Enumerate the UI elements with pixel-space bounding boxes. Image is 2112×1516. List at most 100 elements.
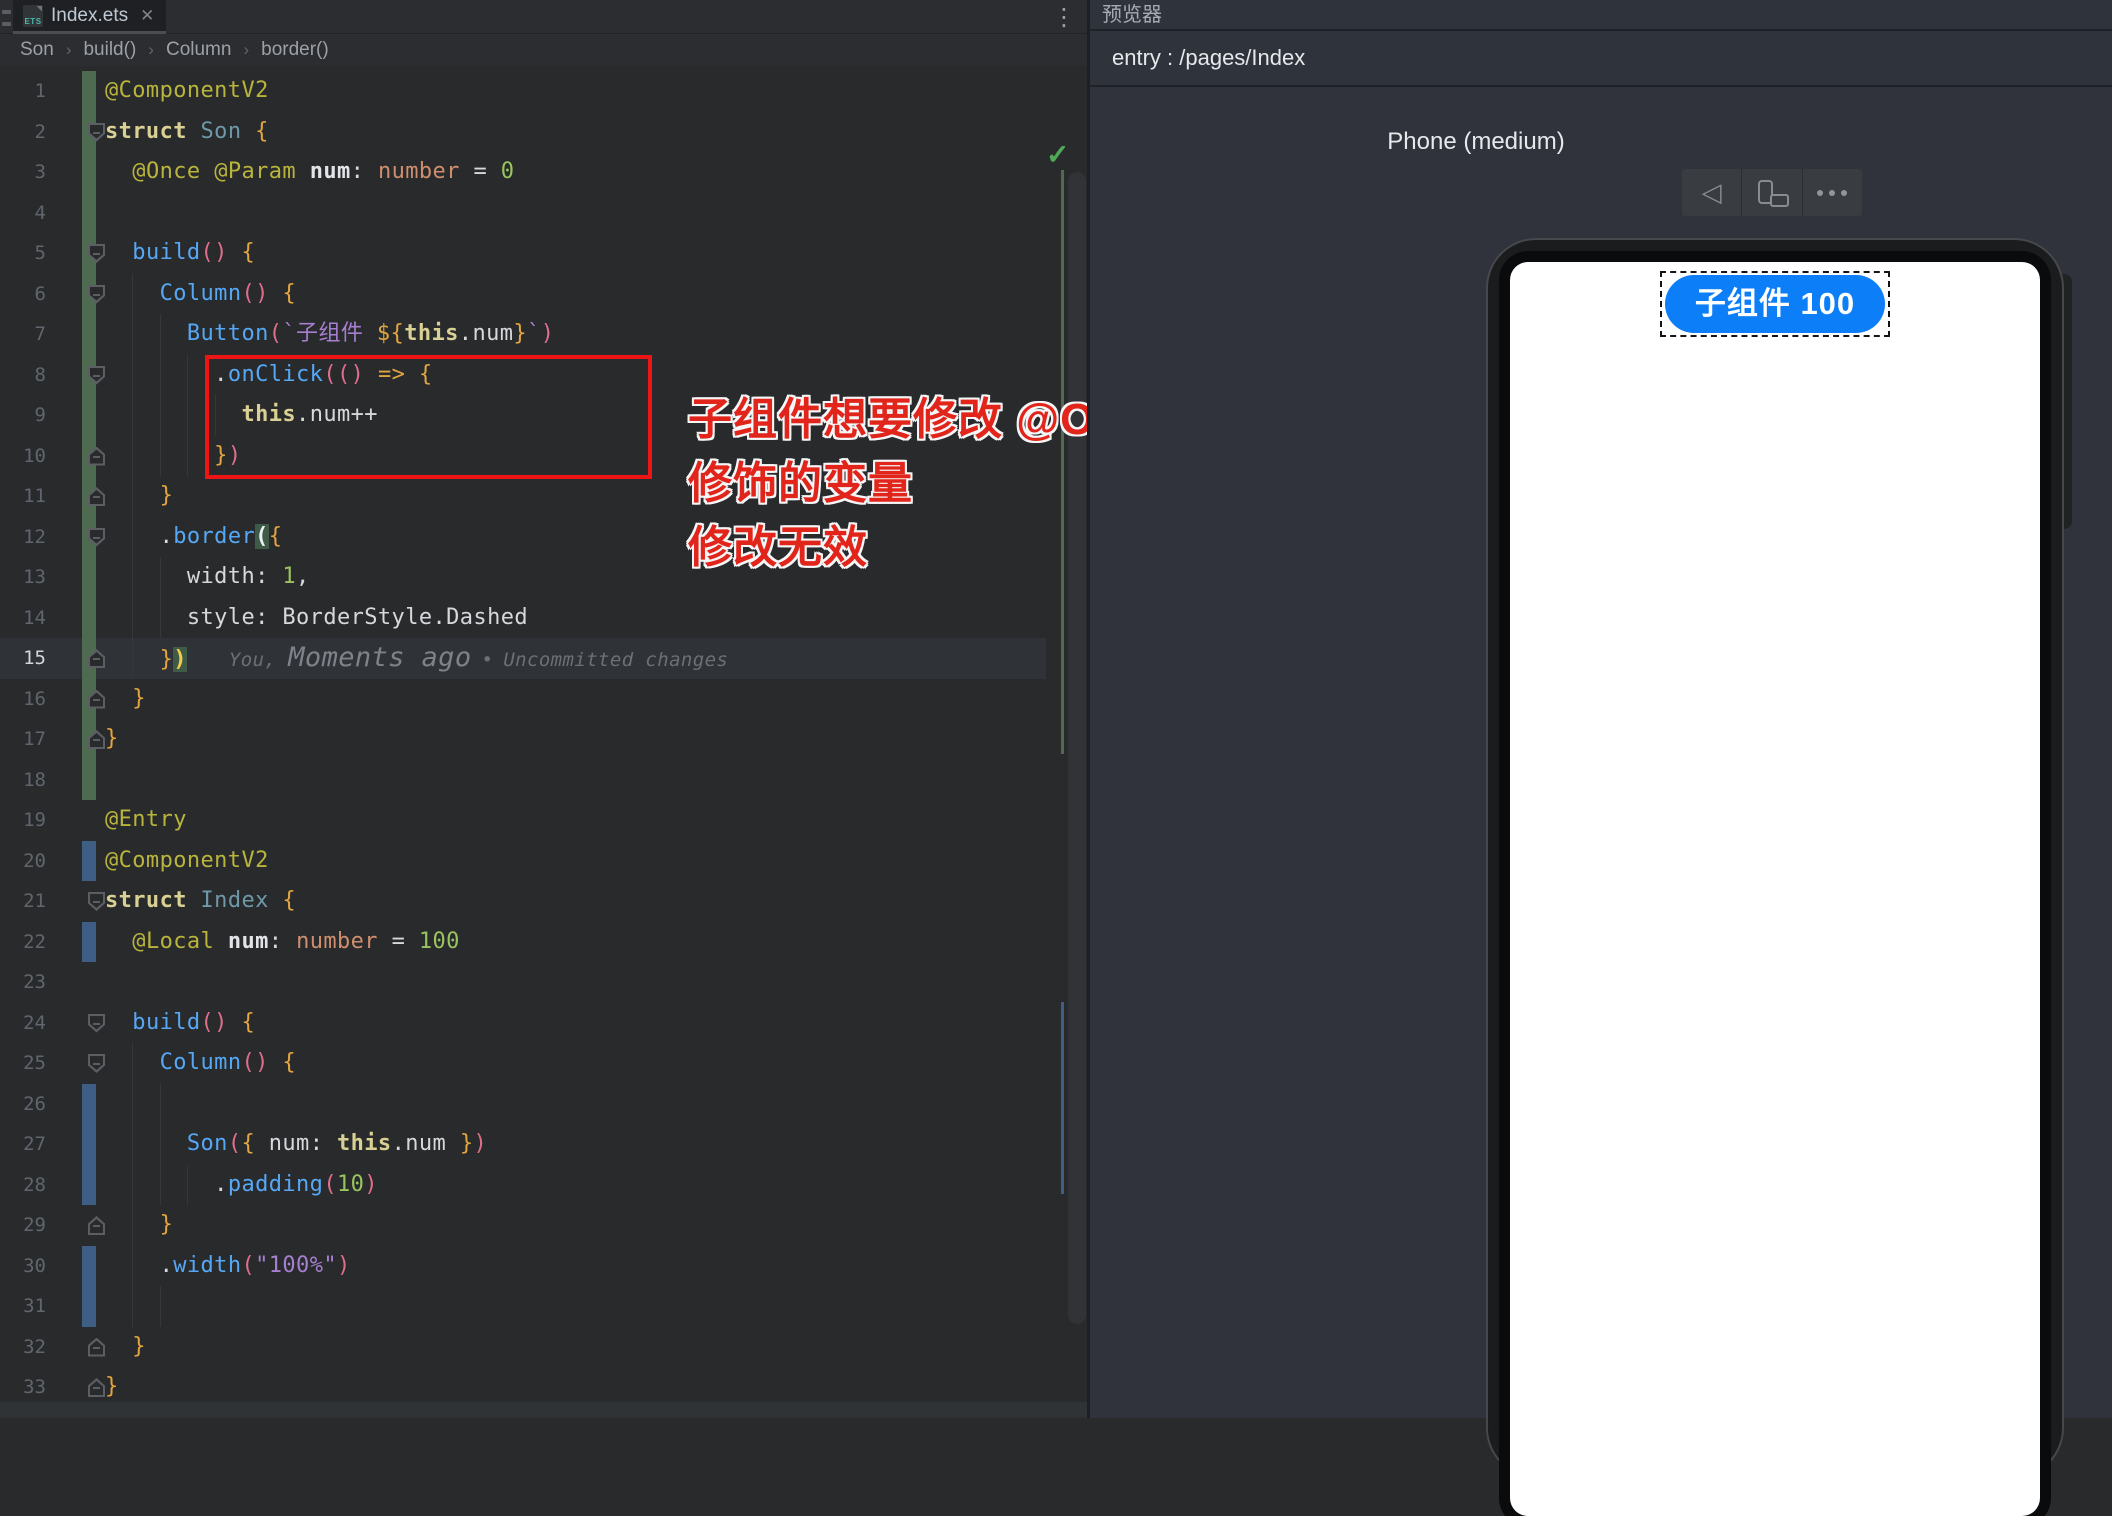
blame-separator: •: [481, 649, 494, 671]
horizontal-scrollbar-track[interactable]: [0, 1402, 1087, 1418]
code-line-3[interactable]: 3 @Once @Param num: number = 0: [0, 152, 1046, 193]
line-number: 26: [23, 1092, 46, 1115]
line-number: 8: [34, 363, 46, 386]
rotate-device-button[interactable]: [1741, 169, 1801, 216]
change-added-bar: [82, 557, 96, 598]
line-number: 2: [34, 120, 46, 143]
code-line-5[interactable]: 5 build() {: [0, 233, 1046, 274]
close-icon[interactable]: ✕: [140, 6, 154, 26]
fold-start-icon[interactable]: [88, 1013, 105, 1033]
code-text: }) You, Moments ago • Uncommitted changes: [159, 642, 729, 673]
back-icon: ◁: [1701, 177, 1722, 208]
code-line-24[interactable]: 24 build() {: [0, 1003, 1046, 1044]
previewer-entry-path: entry : /pages/Index: [1090, 31, 2112, 87]
fold-start-icon[interactable]: [88, 284, 105, 304]
tab-title: Index.ets: [51, 4, 129, 26]
fold-start-icon[interactable]: [88, 365, 105, 385]
change-added-bar: [82, 597, 96, 638]
line-number: 27: [23, 1133, 46, 1155]
code-line-19[interactable]: 19 @Entry: [0, 800, 1046, 841]
change-added-bar: [82, 192, 96, 233]
code-text: build() {: [132, 240, 256, 265]
code-line-15[interactable]: 15 }) You, Moments ago • Uncommitted changes: [0, 638, 1046, 679]
kebab-menu-icon[interactable]: ⋮: [1052, 3, 1076, 31]
code-line-1[interactable]: 1 @ComponentV2: [0, 71, 1046, 112]
code-line-31[interactable]: 31: [0, 1286, 1046, 1327]
code-line-28[interactable]: 28 .padding(10): [0, 1164, 1046, 1205]
line-number: 17: [23, 728, 46, 750]
code-text: }: [105, 726, 119, 751]
fold-end-icon[interactable]: [88, 1337, 105, 1357]
code-text: struct Index {: [105, 888, 297, 913]
selection-dashed-border: 子组件 100: [1659, 271, 1891, 337]
code-editor[interactable]: 1 @ComponentV2 2 struct Son {3 @Once @Param…: [0, 66, 1090, 1402]
previewer-panel: 预览器 entry : /pages/Index Phone (medium) …: [1090, 0, 2112, 1516]
line-number: 11: [23, 485, 46, 507]
code-line-7[interactable]: 7 Button(`子组件 ${this.num}`): [0, 314, 1046, 355]
breadcrumb-item[interactable]: border(): [261, 39, 329, 61]
code-line-16[interactable]: 16 }: [0, 678, 1046, 719]
line-number: 32: [23, 1335, 46, 1358]
code-line-32[interactable]: 32 }: [0, 1327, 1046, 1368]
tool-stripe-mark: [2, 10, 11, 14]
editor-scrollbar[interactable]: [1068, 172, 1086, 1324]
fold-end-icon[interactable]: [88, 730, 105, 749]
change-modified-bar: [82, 840, 96, 881]
line-number: 14: [23, 606, 46, 629]
line-number: 16: [23, 687, 46, 710]
code-text: Son({ num: this.num }): [186, 1131, 488, 1156]
line-number: 1: [34, 80, 46, 102]
fold-end-icon[interactable]: [88, 487, 105, 506]
preview-component-button[interactable]: 子组件 100: [1664, 275, 1886, 333]
code-line-20[interactable]: 20 @ComponentV2: [0, 840, 1046, 881]
inspections-ok-icon[interactable]: ✓: [1046, 138, 1069, 171]
fold-start-icon[interactable]: [88, 527, 105, 547]
code-line-14[interactable]: 14 style: BorderStyle.Dashed: [0, 597, 1046, 638]
line-number: 20: [23, 849, 46, 872]
fold-start-icon[interactable]: [88, 244, 105, 263]
code-line-2[interactable]: 2 struct Son {: [0, 111, 1046, 152]
fold-start-icon[interactable]: [88, 122, 105, 142]
line-number: 25: [23, 1052, 46, 1074]
fold-start-icon[interactable]: [88, 1054, 105, 1073]
code-line-21[interactable]: 21 struct Index {: [0, 881, 1046, 922]
change-added-bar: [82, 152, 96, 193]
fold-end-icon[interactable]: [88, 689, 105, 709]
line-number: 30: [23, 1254, 46, 1277]
breadcrumb-item[interactable]: Column: [166, 39, 231, 61]
code-line-22[interactable]: 22 @Local num: number = 100: [0, 921, 1046, 962]
annotation-highlight-box: [205, 355, 652, 479]
code-line-6[interactable]: 6 Column() {: [0, 273, 1046, 314]
code-line-27[interactable]: 27 Son({ num: this.num }): [0, 1124, 1046, 1165]
phone-screen[interactable]: 子组件 100: [1510, 262, 2040, 1516]
breadcrumb-item[interactable]: build(): [83, 39, 136, 61]
blame-author: You,: [228, 649, 277, 671]
line-number: 19: [23, 809, 46, 831]
breadcrumb-item[interactable]: Son: [20, 39, 54, 61]
line-number: 21: [23, 890, 46, 912]
code-line-25[interactable]: 25 Column() {: [0, 1043, 1046, 1084]
code-line-17[interactable]: 17}: [0, 719, 1046, 760]
code-text: style: BorderStyle.Dashed: [105, 604, 528, 630]
tab-index-ets[interactable]: ETS Index.ets ✕: [13, 0, 167, 31]
fold-end-icon[interactable]: [88, 649, 105, 668]
blame-status: Uncommitted changes: [503, 649, 729, 671]
analysis-modified-marker: [1061, 1002, 1064, 1194]
code-line-26[interactable]: 26: [0, 1083, 1046, 1124]
line-number: 7: [34, 323, 46, 345]
fold-end-icon[interactable]: [88, 446, 105, 466]
tool-stripe-mark: [2, 22, 11, 26]
code-text: .padding(10): [105, 1171, 378, 1197]
code-line-4[interactable]: 4: [0, 192, 1046, 233]
fold-end-icon[interactable]: [88, 1378, 105, 1397]
fold-end-icon[interactable]: [88, 1216, 105, 1235]
code-line-30[interactable]: 30 .width("100%"): [0, 1245, 1046, 1286]
code-line-23[interactable]: 23: [0, 962, 1046, 1003]
code-line-18[interactable]: 18: [0, 759, 1046, 800]
more-options-button[interactable]: [1801, 169, 1862, 216]
line-number: 6: [34, 282, 46, 305]
back-button[interactable]: ◁: [1682, 169, 1741, 216]
code-text: }: [159, 483, 174, 508]
code-line-29[interactable]: 29 }: [0, 1205, 1046, 1246]
fold-start-icon[interactable]: [88, 892, 105, 911]
